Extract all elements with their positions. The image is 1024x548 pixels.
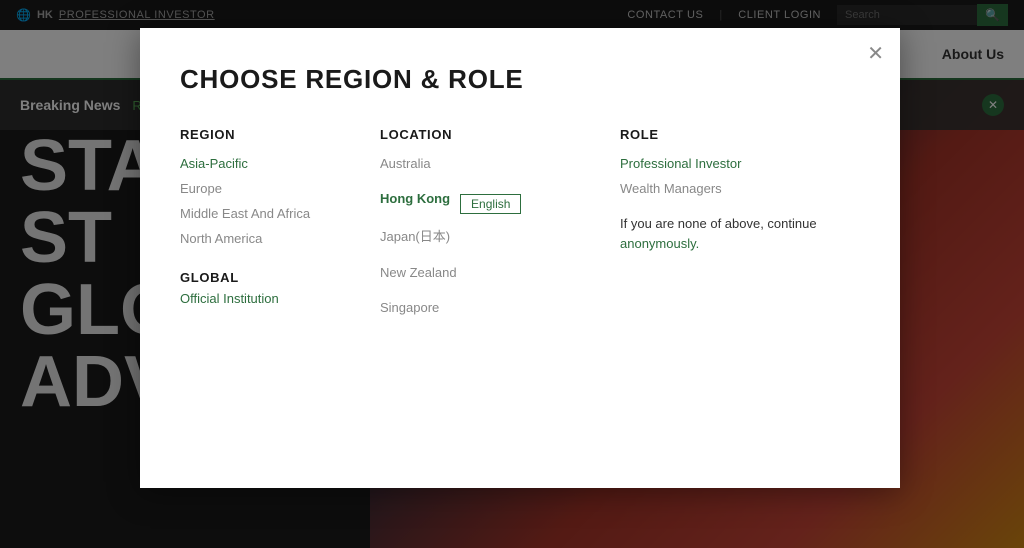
global-header: GLOBAL xyxy=(180,270,380,285)
region-middle-east[interactable]: Middle East And Africa xyxy=(180,206,380,221)
language-english-button[interactable]: English xyxy=(460,194,521,214)
location-singapore[interactable]: Singapore xyxy=(380,300,439,315)
location-japan[interactable]: Japan(日本) xyxy=(380,226,450,245)
location-hongkong-row: Hong Kong English xyxy=(380,191,620,216)
region-role-modal: ✕ Choose Region & Role REGION Asia-Pacif… xyxy=(140,28,900,488)
anonymous-link[interactable]: anonymously. xyxy=(620,236,699,251)
region-north-america[interactable]: North America xyxy=(180,231,380,246)
location-australia[interactable]: Australia xyxy=(380,156,431,171)
location-singapore-row: Singapore xyxy=(380,300,620,325)
role-column: ROLE Professional Investor Wealth Manage… xyxy=(620,127,860,335)
modal-body: REGION Asia-Pacific Europe Middle East A… xyxy=(180,127,860,335)
role-header: ROLE xyxy=(620,127,860,142)
location-australia-row: Australia xyxy=(380,156,620,181)
region-asia-pacific[interactable]: Asia-Pacific xyxy=(180,156,380,171)
role-professional-investor[interactable]: Professional Investor xyxy=(620,156,860,171)
location-newzealand[interactable]: New Zealand xyxy=(380,265,457,280)
location-japan-row: Japan(日本) xyxy=(380,226,620,255)
official-institution-link[interactable]: Official Institution xyxy=(180,291,380,306)
modal-close-button[interactable]: ✕ xyxy=(867,44,884,64)
region-column: REGION Asia-Pacific Europe Middle East A… xyxy=(180,127,380,335)
region-europe[interactable]: Europe xyxy=(180,181,380,196)
anonymous-text: If you are none of above, continue anony… xyxy=(620,214,860,253)
location-hongkong[interactable]: Hong Kong xyxy=(380,191,450,206)
role-wealth-managers[interactable]: Wealth Managers xyxy=(620,181,860,196)
location-header: LOCATION xyxy=(380,127,620,142)
global-section: GLOBAL Official Institution xyxy=(180,270,380,306)
location-newzealand-row: New Zealand xyxy=(380,265,620,290)
region-header: REGION xyxy=(180,127,380,142)
location-column: LOCATION Australia Hong Kong English Jap… xyxy=(380,127,620,335)
modal-title: Choose Region & Role xyxy=(180,64,860,95)
